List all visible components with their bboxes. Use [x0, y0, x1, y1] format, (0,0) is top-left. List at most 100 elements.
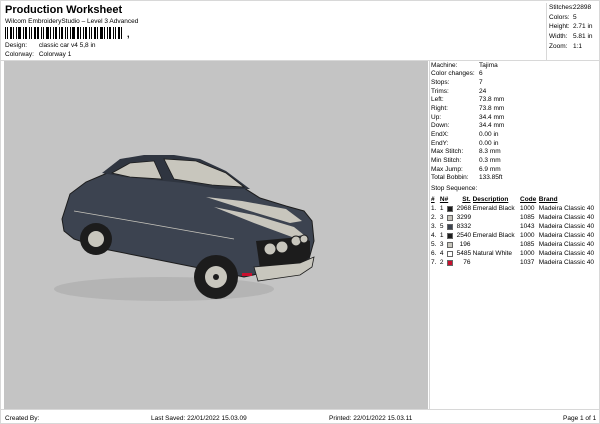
thread-brand: Madeira Classic 40 — [538, 241, 595, 248]
machine-row: Right: 73.8 mm — [430, 104, 600, 113]
color-swatch — [446, 214, 453, 221]
color-swatch — [446, 205, 453, 212]
machine-value: 34.4 mm — [479, 122, 505, 130]
stitch-count: 3299 — [456, 214, 472, 221]
stop-index: 1. — [431, 205, 437, 212]
thread-code: 1085 — [519, 241, 535, 248]
header-code: Code — [520, 196, 537, 203]
machine-label: Up: — [431, 113, 442, 121]
machine-label: Stops: — [431, 79, 450, 87]
thread-description: Emerald Black — [472, 232, 515, 239]
machine-value: 24 — [479, 87, 487, 95]
machine-row: Trims: 24 — [430, 87, 600, 96]
stop-index: 6. — [431, 250, 437, 257]
stitch-count: 8332 — [456, 223, 472, 230]
stop-row: 2. 3 3299 1085 Madeira Classic 40 — [430, 213, 600, 222]
machine-label: Max Stitch: — [431, 148, 464, 156]
stop-index: 2. — [431, 214, 437, 221]
needle-number: 3 — [439, 241, 444, 248]
stop-index: 7. — [431, 259, 437, 266]
thread-code: 1000 — [520, 232, 535, 239]
machine-row: Down: 34.4 mm — [430, 121, 600, 130]
stop-index: 3. — [431, 223, 437, 230]
stop-sequence-table: # N# St. Description Code Brand 1. 1 2968 E… — [430, 195, 600, 267]
design-preview — [4, 61, 428, 409]
software-subtitle: Wilcom EmbroideryStudio – Level 3 Advanc… — [5, 18, 139, 25]
thread-brand: Madeira Classic 40 — [538, 250, 595, 257]
machine-value: 0.00 in — [479, 130, 499, 138]
colorway-label: Colorway: — [5, 51, 34, 58]
machine-info: Machine: Tajima Color changes: 6 Stops: 7 Trim… — [430, 61, 600, 182]
stat-value: 2.71 in — [573, 23, 593, 31]
machine-label: Min Stitch: — [431, 156, 462, 164]
machine-value: 133.85ft — [479, 174, 503, 182]
stitch-count: 2968 — [456, 205, 472, 212]
thread-brand: Madeira Classic 40 — [538, 214, 595, 221]
machine-value: 0.00 in — [479, 139, 499, 147]
color-swatch — [446, 241, 453, 248]
stitch-count: 5485 — [456, 250, 472, 257]
thread-code: 1037 — [519, 259, 535, 266]
needle-number: 5 — [439, 223, 444, 230]
thread-code: 1043 — [520, 223, 535, 230]
design-value: classic car v4 5,8 in — [38, 42, 96, 49]
machine-value: 8.3 mm — [479, 148, 501, 156]
machine-label: Machine: — [431, 61, 458, 69]
stat-label: Width: — [549, 33, 568, 41]
machine-row: EndY: 0.00 in — [430, 139, 600, 148]
machine-row: Stops: 7 — [430, 78, 600, 87]
stat-value: 22898 — [573, 4, 592, 12]
machine-label: EndX: — [431, 130, 449, 138]
stop-row: 1. 1 2968 Emerald Black 1000 Madeira Classic … — [430, 204, 600, 213]
design-row: Design: classic car v4 5,8 in — [5, 42, 96, 49]
last-saved: Last Saved: 22/01/2022 15.03.09 — [151, 415, 247, 422]
design-stats: Stitches: 22898 Colors: 5 Height: 2.71 in Widt… — [546, 3, 600, 61]
stop-row: 5. 3 196 1085 Madeira Classic 40 — [430, 240, 600, 249]
machine-row: Max Jump: 6.9 mm — [430, 165, 600, 174]
car-embroidery-image — [54, 155, 315, 301]
header-brand: Brand — [538, 196, 558, 203]
page-number: Page 1 of 1 — [563, 415, 597, 422]
color-swatch — [446, 223, 453, 230]
colorway-value: Colorway 1 — [38, 51, 72, 58]
stat-row: Height: 2.71 in — [547, 22, 600, 32]
printed-date: Printed: 22/01/2022 15.03.11 — [329, 415, 413, 422]
needle-number: 2 — [439, 259, 444, 266]
machine-value: 6 — [479, 70, 483, 78]
stat-label: Zoom: — [549, 42, 568, 50]
stat-row: Stitches: 22898 — [547, 3, 600, 13]
stop-sequence-label: Stop Sequence: — [431, 185, 478, 192]
thread-code: 1085 — [520, 214, 535, 221]
stitch-count: 76 — [463, 259, 471, 266]
stat-value: 5 — [573, 13, 577, 21]
machine-label: Right: — [431, 105, 448, 113]
stitch-count: 196 — [459, 241, 471, 248]
machine-value: Tajima — [479, 61, 498, 69]
machine-row: Machine: Tajima — [430, 61, 600, 70]
stop-row: 7. 2 76 1037 Madeira Classic 40 — [430, 258, 600, 267]
stat-row: Zoom: 1:1 — [547, 41, 600, 51]
stop-row: 6. 4 5485 Natural White 1000 Madeira Classic … — [430, 249, 600, 258]
machine-label: Left: — [431, 96, 444, 104]
header-stitches: St. — [462, 196, 471, 203]
machine-row: EndX: 0.00 in — [430, 130, 600, 139]
machine-value: 73.8 mm — [479, 105, 505, 113]
machine-label: EndY: — [431, 139, 449, 147]
stop-index: 4. — [431, 232, 437, 239]
thread-code: 1000 — [520, 205, 535, 212]
machine-row: Left: 73.8 mm — [430, 96, 600, 105]
stop-row: 4. 1 2540 Emerald Black 1000 Madeira Classic … — [430, 231, 600, 240]
machine-label: Trims: — [431, 87, 449, 95]
color-swatch — [446, 232, 453, 239]
stat-label: Stitches: — [549, 4, 574, 12]
machine-value: 73.8 mm — [479, 96, 505, 104]
thread-code: 1000 — [520, 250, 535, 257]
info-panel: Machine: Tajima Color changes: 6 Stops: 7 Trim… — [429, 61, 600, 409]
thread-description: Emerald Black — [472, 205, 515, 212]
machine-label: Down: — [431, 122, 450, 130]
needle-number: 1 — [439, 205, 444, 212]
machine-value: 7 — [479, 79, 483, 87]
needle-number: 1 — [439, 232, 444, 239]
stop-index: 5. — [431, 241, 437, 248]
machine-row: Min Stitch: 0.3 mm — [430, 156, 600, 165]
